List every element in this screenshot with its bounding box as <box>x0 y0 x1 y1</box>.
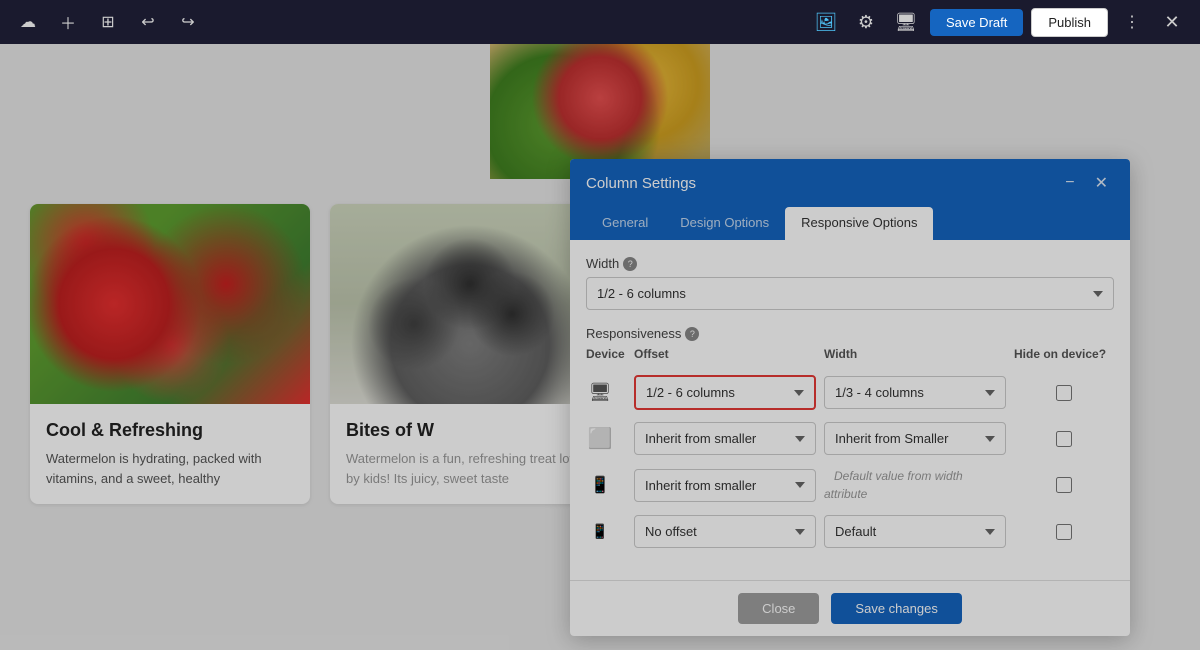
more-icon[interactable]: ⋮ <box>1116 6 1148 38</box>
add-icon[interactable]: ＋ <box>52 6 84 38</box>
toolbar: ☁ ＋ ⊞ ↩ ↪ 🖼 ⚙ 🖥 Save Draft Publish ⋮ ✕ <box>0 0 1200 44</box>
undo-icon[interactable]: ↩ <box>132 6 164 38</box>
main-area: Cool & Refreshing Watermelon is hydratin… <box>0 44 1200 650</box>
device-icon[interactable]: 🖥 <box>890 6 922 38</box>
cloud-icon[interactable]: ☁ <box>12 6 44 38</box>
close-toolbar-icon[interactable]: ✕ <box>1156 6 1188 38</box>
image-icon[interactable]: 🖼 <box>810 6 842 38</box>
save-draft-button[interactable]: Save Draft <box>930 9 1023 36</box>
redo-icon[interactable]: ↪ <box>172 6 204 38</box>
modal-overlay <box>0 44 1200 650</box>
settings-icon[interactable]: ⚙ <box>850 6 882 38</box>
grid-icon[interactable]: ⊞ <box>92 6 124 38</box>
publish-button[interactable]: Publish <box>1031 8 1108 37</box>
